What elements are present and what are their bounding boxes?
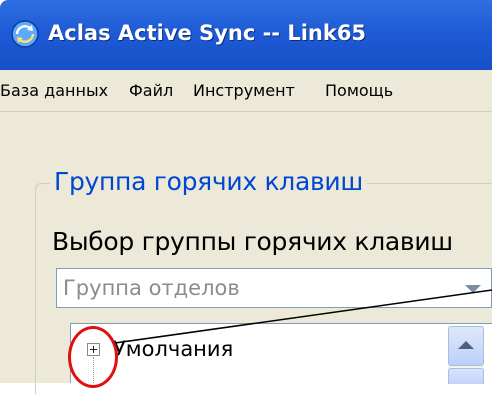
annotation-circle	[68, 326, 118, 388]
select-group-label: Выбор группы горячих клавиш	[52, 227, 453, 256]
hotkey-group-dropdown[interactable]: Группа отделов	[56, 268, 492, 308]
scroll-thumb[interactable]	[448, 368, 484, 384]
menu-bar: База данных Файл Инструмент Помощь	[0, 70, 492, 112]
tree-scrollbar[interactable]	[448, 326, 484, 384]
dropdown-selected-value: Группа отделов	[63, 276, 240, 300]
arrow-up-icon	[458, 341, 474, 349]
menu-tools[interactable]: Инструмент	[193, 81, 295, 100]
app-sync-icon	[10, 19, 40, 49]
chevron-down-icon[interactable]	[465, 285, 481, 293]
menu-help[interactable]: Помощь	[325, 81, 393, 100]
app-window: Aclas Active Sync -- Link65 База данных …	[0, 0, 492, 394]
tree-item-default[interactable]: Умолчания	[113, 337, 233, 361]
scroll-up-button[interactable]	[448, 326, 484, 366]
title-bar[interactable]: Aclas Active Sync -- Link65	[0, 0, 492, 70]
menu-file[interactable]: Файл	[129, 81, 173, 100]
window-title: Aclas Active Sync -- Link65	[48, 21, 367, 45]
menu-database[interactable]: База данных	[0, 81, 108, 100]
groupbox-legend: Группа горячих клавиш	[50, 167, 367, 196]
